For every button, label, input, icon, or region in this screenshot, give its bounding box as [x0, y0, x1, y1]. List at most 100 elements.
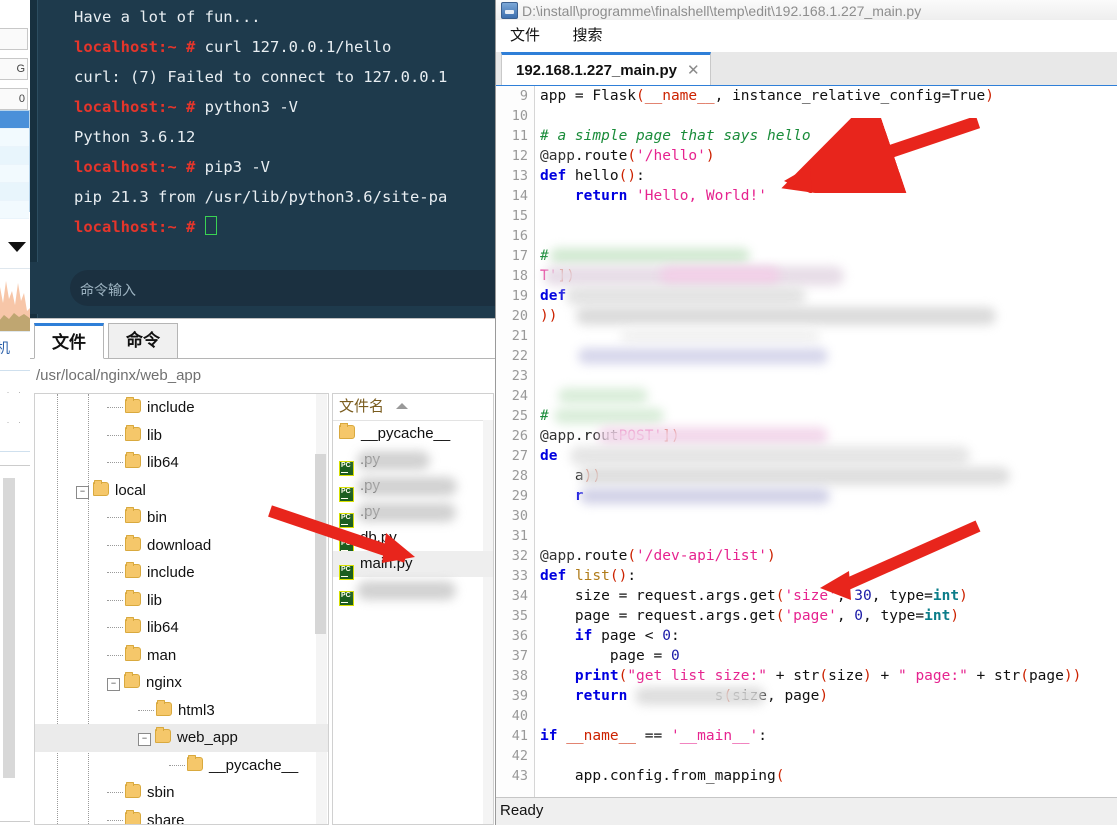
redacted-filename	[357, 451, 430, 470]
tree-node[interactable]: html3	[35, 697, 328, 725]
code-line: def list():	[540, 566, 1117, 586]
redaction-blur	[635, 687, 765, 705]
tree-node[interactable]: __pycache__	[35, 752, 328, 780]
current-path[interactable]: /usr/local/nginx/web_app	[34, 363, 492, 389]
redaction-blur	[578, 348, 828, 364]
command-input[interactable]	[70, 270, 515, 306]
redaction-blur	[554, 408, 664, 424]
folder-icon	[125, 509, 141, 523]
tree-node-label: download	[147, 537, 211, 554]
tree-node[interactable]: − nginx	[35, 669, 328, 697]
code-line	[540, 226, 1117, 246]
terminal-line: localhost:~ # python3 -V	[74, 92, 495, 122]
tree-node[interactable]: include	[35, 394, 328, 422]
left-host-row[interactable]	[0, 147, 29, 165]
folder-icon	[125, 812, 141, 825]
menu-search[interactable]: 搜索	[558, 20, 616, 52]
file-row[interactable]: PC	[333, 577, 493, 603]
file-row[interactable]: PC.py	[333, 499, 493, 525]
folder-icon	[187, 757, 203, 771]
tree-node[interactable]: man	[35, 642, 328, 670]
code-editor-area[interactable]: 9 10 11 12 13 14 15 16 17 18 19 20 21 22 23 24 25 26 27 28 2…	[496, 86, 1117, 797]
screenshot-root: G 0 机 · · · · · · Have a lot of fu	[0, 0, 1117, 825]
editor-tab-bar: 192.168.1.227_main.py ✕	[496, 52, 1117, 86]
editor-tab-main-py[interactable]: 192.168.1.227_main.py ✕	[501, 52, 711, 86]
line-number: 39	[496, 686, 534, 706]
code-line	[540, 706, 1117, 726]
folder-icon	[124, 674, 140, 688]
folder-icon	[155, 729, 171, 743]
terminal-line-container: Have a lot of fun... localhost:~ # curl 1…	[74, 2, 495, 242]
tree-expander-icon[interactable]: −	[138, 733, 151, 746]
tree-expander-icon[interactable]: −	[76, 486, 89, 499]
status-bar: Ready	[496, 797, 1117, 825]
left-panel-scrollbar[interactable]	[3, 478, 15, 778]
redaction-blur	[580, 467, 1010, 485]
left-secondary-panel: · · · · · ·	[0, 370, 32, 452]
file-row[interactable]: PC.py	[333, 473, 493, 499]
editor-tab-label: 192.168.1.227_main.py	[516, 62, 677, 79]
tree-node[interactable]: include	[35, 559, 328, 587]
line-number: 43	[496, 766, 534, 786]
tab-commands[interactable]: 命令	[108, 323, 178, 359]
tab-files[interactable]: 文件	[34, 323, 104, 359]
line-number: 32	[496, 546, 534, 566]
redaction-blur	[580, 488, 830, 504]
tree-node-selected[interactable]: − web_app	[35, 724, 328, 752]
sort-ascending-icon[interactable]	[396, 403, 408, 409]
file-name-label: main.py	[360, 555, 413, 572]
tree-node-label: include	[147, 399, 195, 416]
file-row-selected[interactable]: PC main.py	[333, 551, 493, 577]
line-number: 23	[496, 366, 534, 386]
tree-node[interactable]: share	[35, 807, 328, 825]
tree-node[interactable]: lib	[35, 587, 328, 615]
tree-node[interactable]: sbin	[35, 779, 328, 807]
code-line: page = 0	[540, 646, 1117, 666]
host-label: 机	[0, 338, 10, 358]
terminal-text: Have a lot of fun...	[74, 8, 261, 26]
directory-tree[interactable]: include lib lib64 − local bin download include l…	[34, 393, 329, 825]
left-host-row[interactable]	[0, 165, 29, 183]
tree-node[interactable]: lib64	[35, 614, 328, 642]
left-host-list[interactable]	[0, 110, 30, 212]
line-number: 16	[496, 226, 534, 246]
terminal-line: localhost:~ # pip3 -V	[74, 152, 495, 182]
file-row[interactable]: __pycache__	[333, 421, 493, 447]
tree-node[interactable]: download	[35, 532, 328, 560]
line-number: 14	[496, 186, 534, 206]
left-host-row[interactable]	[0, 201, 29, 219]
tree-node[interactable]: lib	[35, 422, 328, 450]
menu-file[interactable]: 文件	[496, 20, 554, 52]
close-icon[interactable]: ✕	[687, 55, 700, 87]
tree-branch-line	[107, 462, 123, 463]
left-stat-box-2: G	[0, 58, 28, 80]
tree-expander-icon[interactable]: −	[107, 678, 120, 691]
left-host-row[interactable]	[0, 183, 29, 201]
redaction-blur	[570, 446, 970, 466]
line-number: 20	[496, 306, 534, 326]
triangle-down-icon[interactable]	[8, 242, 26, 252]
tree-node[interactable]: lib64	[35, 449, 328, 477]
line-number: 29	[496, 486, 534, 506]
redaction-blur	[620, 329, 820, 343]
file-row[interactable]: PC db.py	[333, 525, 493, 551]
code-line: app.config.from_mapping(	[540, 766, 1117, 786]
tree-node[interactable]: bin	[35, 504, 328, 532]
file-list-column-header[interactable]: 文件名	[333, 394, 493, 421]
folder-icon	[125, 647, 141, 661]
area-chart-thumbnail	[0, 268, 32, 332]
tree-node[interactable]: − local	[35, 477, 328, 505]
folder-icon	[125, 564, 141, 578]
code-line: return 'Hello, World!'	[540, 186, 1117, 206]
code-line: @app.route('/hello')	[540, 146, 1117, 166]
left-stat-box-1	[0, 28, 28, 50]
left-host-row-selected[interactable]	[0, 111, 29, 129]
tree-branch-line	[107, 435, 123, 436]
left-host-row[interactable]	[0, 129, 29, 147]
folder-icon	[125, 399, 141, 413]
terminal-prompt: localhost:~ #	[74, 38, 195, 56]
file-row[interactable]: PC.py	[333, 447, 493, 473]
far-left-sidebar: G 0 机 · · · · · ·	[0, 0, 30, 825]
file-list[interactable]: 文件名 __pycache__PC.pyPC.pyPC.pyPCdb.pyPCm…	[332, 393, 494, 825]
left-stat-box-3: 0	[0, 88, 28, 110]
